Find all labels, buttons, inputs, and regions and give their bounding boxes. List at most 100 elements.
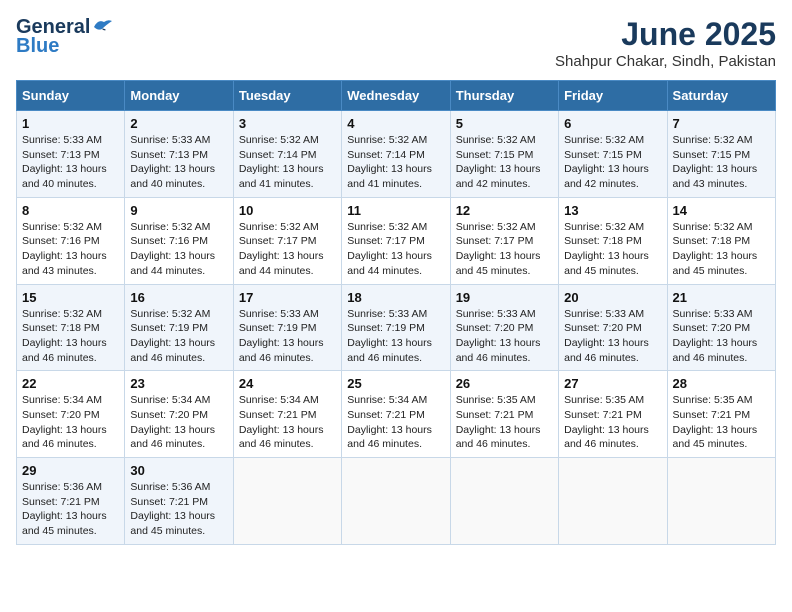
day-info: Sunrise: 5:33 AMSunset: 7:19 PMDaylight:… [347,307,444,366]
day-number: 12 [456,203,553,218]
table-row: 22 Sunrise: 5:34 AMSunset: 7:20 PMDayligh… [17,371,125,458]
page-subtitle: Shahpur Chakar, Sindh, Pakistan [555,53,776,70]
table-row: 21 Sunrise: 5:33 AMSunset: 7:20 PMDayligh… [667,284,775,371]
day-number: 10 [239,203,336,218]
day-info: Sunrise: 5:35 AMSunset: 7:21 PMDaylight:… [673,393,770,452]
day-number: 27 [564,376,661,391]
day-info: Sunrise: 5:32 AMSunset: 7:17 PMDaylight:… [239,220,336,279]
day-number: 15 [22,290,119,305]
table-row: 17 Sunrise: 5:33 AMSunset: 7:19 PMDayligh… [233,284,341,371]
day-number: 2 [130,116,227,131]
col-saturday: Saturday [667,81,775,111]
day-number: 25 [347,376,444,391]
day-number: 22 [22,376,119,391]
table-row: 24 Sunrise: 5:34 AMSunset: 7:21 PMDayligh… [233,371,341,458]
table-row: 28 Sunrise: 5:35 AMSunset: 7:21 PMDayligh… [667,371,775,458]
logo: General Blue [16,16,114,58]
col-tuesday: Tuesday [233,81,341,111]
day-info: Sunrise: 5:32 AMSunset: 7:14 PMDaylight:… [239,133,336,192]
col-friday: Friday [559,81,667,111]
day-number: 17 [239,290,336,305]
calendar-row: 15 Sunrise: 5:32 AMSunset: 7:18 PMDayligh… [17,284,776,371]
day-info: Sunrise: 5:36 AMSunset: 7:21 PMDaylight:… [130,480,227,539]
day-number: 1 [22,116,119,131]
day-number: 24 [239,376,336,391]
day-number: 11 [347,203,444,218]
day-info: Sunrise: 5:34 AMSunset: 7:21 PMDaylight:… [239,393,336,452]
day-number: 16 [130,290,227,305]
day-info: Sunrise: 5:34 AMSunset: 7:20 PMDaylight:… [130,393,227,452]
table-row: 3 Sunrise: 5:32 AMSunset: 7:14 PMDaylight… [233,111,341,198]
day-info: Sunrise: 5:36 AMSunset: 7:21 PMDaylight:… [22,480,119,539]
day-info: Sunrise: 5:32 AMSunset: 7:18 PMDaylight:… [22,307,119,366]
calendar-row: 1 Sunrise: 5:33 AMSunset: 7:13 PMDaylight… [17,111,776,198]
table-row: 11Sunrise: 5:32 AMSunset: 7:17 PMDayligh… [342,197,450,284]
day-number: 3 [239,116,336,131]
calendar-table: Sunday Monday Tuesday Wednesday Thursday… [16,80,776,545]
day-info: Sunrise: 5:33 AMSunset: 7:19 PMDaylight:… [239,307,336,366]
table-row [559,458,667,545]
table-row: 19Sunrise: 5:33 AMSunset: 7:20 PMDayligh… [450,284,558,371]
day-number: 29 [22,463,119,478]
day-info: Sunrise: 5:32 AMSunset: 7:17 PMDaylight:… [456,220,553,279]
day-info: Sunrise: 5:34 AMSunset: 7:20 PMDaylight:… [22,393,119,452]
table-row: 20 Sunrise: 5:33 AMSunset: 7:20 PMDayligh… [559,284,667,371]
day-number: 7 [673,116,770,131]
day-number: 30 [130,463,227,478]
col-monday: Monday [125,81,233,111]
day-info: Sunrise: 5:33 AMSunset: 7:20 PMDaylight:… [564,307,661,366]
day-info: Sunrise: 5:32 AMSunset: 7:19 PMDaylight:… [130,307,227,366]
day-info: Sunrise: 5:32 AMSunset: 7:15 PMDaylight:… [673,133,770,192]
header: General Blue June 2025 Shahpur Chakar, S… [16,16,776,70]
table-row: 13Sunrise: 5:32 AMSunset: 7:18 PMDayligh… [559,197,667,284]
day-number: 8 [22,203,119,218]
day-info: Sunrise: 5:33 AMSunset: 7:13 PMDaylight:… [22,133,119,192]
calendar-row: 22 Sunrise: 5:34 AMSunset: 7:20 PMDayligh… [17,371,776,458]
table-row: 25Sunrise: 5:34 AMSunset: 7:21 PMDayligh… [342,371,450,458]
day-number: 28 [673,376,770,391]
table-row: 4 Sunrise: 5:32 AMSunset: 7:14 PMDaylight… [342,111,450,198]
table-row: 1 Sunrise: 5:33 AMSunset: 7:13 PMDaylight… [17,111,125,198]
table-row [233,458,341,545]
table-row: 27 Sunrise: 5:35 AMSunset: 7:21 PMDayligh… [559,371,667,458]
table-row [667,458,775,545]
table-row: 15 Sunrise: 5:32 AMSunset: 7:18 PMDayligh… [17,284,125,371]
day-info: Sunrise: 5:33 AMSunset: 7:20 PMDaylight:… [673,307,770,366]
calendar-header-row: Sunday Monday Tuesday Wednesday Thursday… [17,81,776,111]
logo-bird-icon [92,17,114,35]
day-info: Sunrise: 5:32 AMSunset: 7:14 PMDaylight:… [347,133,444,192]
table-row: 10 Sunrise: 5:32 AMSunset: 7:17 PMDayligh… [233,197,341,284]
col-wednesday: Wednesday [342,81,450,111]
day-info: Sunrise: 5:35 AMSunset: 7:21 PMDaylight:… [564,393,661,452]
col-thursday: Thursday [450,81,558,111]
table-row: 2Sunrise: 5:33 AMSunset: 7:13 PMDaylight… [125,111,233,198]
title-area: June 2025 Shahpur Chakar, Sindh, Pakista… [555,16,776,70]
day-info: Sunrise: 5:32 AMSunset: 7:15 PMDaylight:… [456,133,553,192]
table-row: 23Sunrise: 5:34 AMSunset: 7:20 PMDayligh… [125,371,233,458]
day-info: Sunrise: 5:32 AMSunset: 7:16 PMDaylight:… [22,220,119,279]
table-row: 12 Sunrise: 5:32 AMSunset: 7:17 PMDayligh… [450,197,558,284]
table-row: 9 Sunrise: 5:32 AMSunset: 7:16 PMDaylight… [125,197,233,284]
table-row [450,458,558,545]
table-row: 8 Sunrise: 5:32 AMSunset: 7:16 PMDaylight… [17,197,125,284]
day-info: Sunrise: 5:32 AMSunset: 7:16 PMDaylight:… [130,220,227,279]
day-info: Sunrise: 5:32 AMSunset: 7:18 PMDaylight:… [673,220,770,279]
day-info: Sunrise: 5:35 AMSunset: 7:21 PMDaylight:… [456,393,553,452]
day-number: 18 [347,290,444,305]
table-row: 5 Sunrise: 5:32 AMSunset: 7:15 PMDaylight… [450,111,558,198]
day-number: 14 [673,203,770,218]
day-number: 4 [347,116,444,131]
day-info: Sunrise: 5:32 AMSunset: 7:15 PMDaylight:… [564,133,661,192]
day-number: 26 [456,376,553,391]
logo-blue: Blue [16,35,59,58]
day-number: 21 [673,290,770,305]
day-info: Sunrise: 5:33 AMSunset: 7:20 PMDaylight:… [456,307,553,366]
table-row: 14 Sunrise: 5:32 AMSunset: 7:18 PMDayligh… [667,197,775,284]
day-number: 5 [456,116,553,131]
day-number: 9 [130,203,227,218]
table-row: 6Sunrise: 5:32 AMSunset: 7:15 PMDaylight… [559,111,667,198]
day-number: 20 [564,290,661,305]
day-number: 13 [564,203,661,218]
table-row: 7 Sunrise: 5:32 AMSunset: 7:15 PMDaylight… [667,111,775,198]
table-row: 30 Sunrise: 5:36 AMSunset: 7:21 PMDayligh… [125,458,233,545]
